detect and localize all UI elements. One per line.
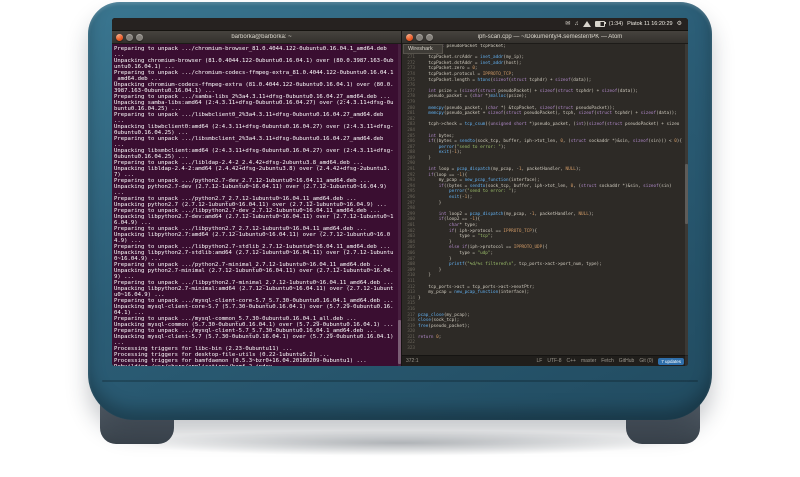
- terminal-line: Unpacking mysql-client-core-5.7 (5.7.30-…: [114, 304, 394, 316]
- terminal-line: Preparing to unpack .../chromium-codecs-…: [114, 70, 394, 82]
- terminal-line: Rebuilding /usr/share/applications/bamf-…: [114, 364, 396, 366]
- laptop-body: ✉ ♫ (1:34) Piatok 11 16:20:29 ⚙ barborka…: [88, 2, 712, 420]
- network-icon[interactable]: [582, 21, 591, 27]
- status-item[interactable]: Git (0): [639, 358, 653, 364]
- terminal-line: Unpacking python2.7-dev (2.7.12-1ubuntu0…: [114, 184, 391, 196]
- status-item[interactable]: Fetch: [601, 358, 614, 364]
- battery-icon[interactable]: [594, 21, 606, 27]
- drop-shadow: [120, 430, 680, 456]
- code-line: 323: [407, 346, 415, 352]
- minimize-icon[interactable]: [126, 33, 133, 41]
- status-item[interactable]: GitHub: [619, 358, 635, 364]
- terminal-line: Unpacking python2.7-minimal (2.7.12-1ubu…: [114, 268, 394, 280]
- screen: ✉ ♫ (1:34) Piatok 11 16:20:29 ⚙ barborka…: [112, 18, 688, 366]
- minimize-icon[interactable]: [416, 33, 423, 41]
- terminal-line: Unpacking libsmbclient:amd64 (2:4.3.11+d…: [114, 148, 394, 160]
- laptop-mockup: ✉ ♫ (1:34) Piatok 11 16:20:29 ⚙ barborka…: [0, 0, 800, 477]
- code-editor[interactable]: 269 struct pseudoPacket tcpPacket;270 27…: [402, 44, 685, 355]
- terminal-line: Unpacking mysql-client-5.7 (5.7.30-0ubun…: [114, 334, 397, 346]
- sound-icon[interactable]: ♫: [574, 21, 579, 27]
- status-right: LF UTF-8 C++ master Fetch GitHub Git (0): [537, 358, 654, 364]
- code-lines: 269 struct pseudoPacket tcpPacket;270 27…: [402, 44, 685, 352]
- terminal-line: Unpacking libpython2.7-minimal:amd64 (2.…: [114, 286, 394, 298]
- status-item[interactable]: UTF-8: [547, 358, 561, 364]
- tab-wireshark[interactable]: Wireshark: [403, 44, 443, 54]
- close-icon[interactable]: [406, 33, 413, 41]
- editor-scrollbar[interactable]: [685, 44, 688, 366]
- atom-title: iph-scan.cpp — ~/Dokumenty/4.semester/IP…: [477, 34, 623, 40]
- terminal-line: Preparing to unpack .../chromium-browser…: [114, 46, 391, 58]
- terminal-line: Unpacking chromium-codecs-ffmpeg-extra (…: [114, 82, 394, 94]
- atom-titlebar[interactable]: iph-scan.cpp — ~/Dokumenty/4.semester/IP…: [402, 31, 688, 44]
- updates-badge[interactable]: 7 updates: [658, 357, 684, 365]
- cursor-position[interactable]: 372:1: [406, 358, 419, 364]
- terminal-window: barborka@barborka: ~ Preparing to unpack…: [112, 31, 401, 366]
- terminal-line: Unpacking libpython2.7-stdlib:amd64 (2.7…: [114, 250, 394, 262]
- session-gear-icon[interactable]: ⚙: [677, 21, 682, 27]
- terminal-line: Preparing to unpack .../libwbclient0_2%3…: [114, 112, 387, 124]
- laptop-hinge: [102, 380, 698, 382]
- status-item[interactable]: C++: [567, 358, 576, 364]
- terminal-line: Unpacking libwbclient0:amd64 (2:4.3.11+d…: [114, 124, 394, 136]
- terminal-titlebar[interactable]: barborka@barborka: ~: [112, 31, 401, 44]
- code-line: 281 memcpy(pseudo_packet + sizeof(struct…: [407, 111, 677, 117]
- clock[interactable]: Piatok 11 16:20:29: [627, 21, 672, 27]
- battery-label: (1:34): [608, 21, 624, 27]
- code-line: 283 tcph->check = tcp_csum((unsigned sho…: [407, 122, 680, 128]
- maximize-icon[interactable]: [136, 33, 143, 41]
- atom-window: iph-scan.cpp — ~/Dokumenty/4.semester/IP…: [401, 31, 688, 366]
- terminal-line: Unpacking samba-libs:amd64 (2:4.3.11+dfs…: [114, 100, 394, 112]
- maximize-icon[interactable]: [426, 33, 433, 41]
- top-panel: ✉ ♫ (1:34) Piatok 11 16:20:29 ⚙: [112, 18, 688, 31]
- terminal-line: Unpacking libldap-2.4-2:amd64 (2.4.42+df…: [114, 166, 391, 178]
- status-item[interactable]: LF: [537, 358, 543, 364]
- desktop: barborka@barborka: ~ Preparing to unpack…: [112, 31, 688, 366]
- terminal-line: Unpacking libpython2.7:amd64 (2.7.12-1ub…: [114, 232, 391, 244]
- terminal-line: Preparing to unpack .../libsmbclient_2%3…: [114, 136, 387, 148]
- terminal-line: Unpacking libpython2.7-dev:amd64 (2.7.12…: [114, 214, 394, 226]
- terminal-output[interactable]: Preparing to unpack .../chromium-browser…: [112, 44, 398, 366]
- status-bar: 372:1 LF UTF-8 C++ master Fetch GitHub Git (0)…: [402, 355, 688, 366]
- status-item[interactable]: master: [581, 358, 596, 364]
- close-icon[interactable]: [116, 33, 123, 41]
- terminal-line: Unpacking chromium-browser (81.0.4044.12…: [114, 58, 394, 70]
- terminal-title: barborka@barborka: ~: [231, 34, 292, 40]
- messages-icon[interactable]: ✉: [565, 21, 570, 27]
